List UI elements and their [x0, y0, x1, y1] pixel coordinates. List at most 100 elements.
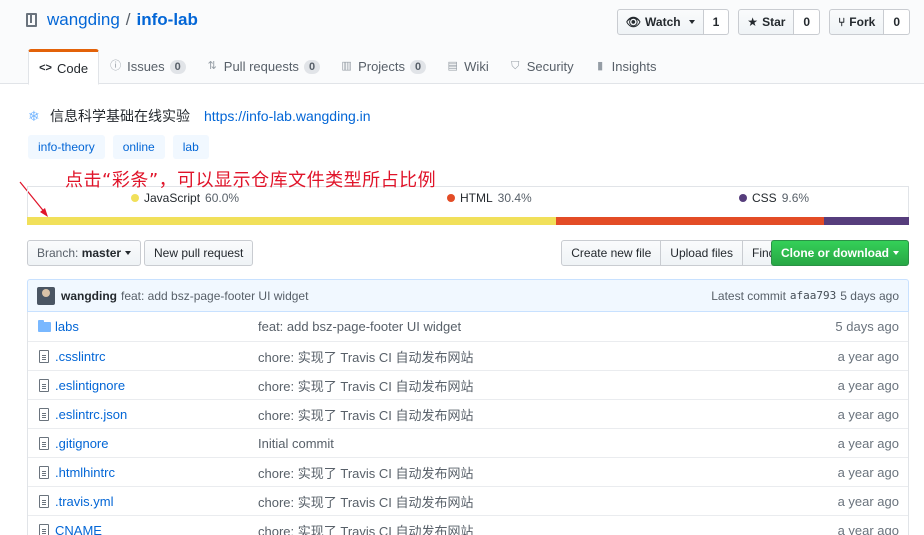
file-commit-message[interactable]: feat: add bsz-page-footer UI widget: [258, 319, 798, 334]
file-icon-shape: [39, 407, 49, 421]
table-row: .eslintrc.json chore: 实现了 Travis CI 自动发布网…: [28, 399, 908, 428]
language-bar-segment[interactable]: [27, 217, 557, 225]
file-commit-message[interactable]: chore: 实现了 Travis CI 自动发布网站: [258, 347, 798, 366]
file-icon: [37, 494, 51, 508]
file-name-link[interactable]: labs: [55, 319, 258, 334]
file-commit-message[interactable]: Initial commit: [258, 436, 798, 451]
watch-button[interactable]: 👁 Watch: [616, 9, 704, 35]
commit-author[interactable]: wangding: [61, 289, 117, 303]
book-icon: ▤: [447, 60, 458, 72]
language-bar-segment[interactable]: [824, 217, 909, 225]
star-icon: ★: [747, 15, 759, 29]
file-icon-shape: [39, 349, 49, 363]
file-age: a year ago: [837, 464, 899, 480]
watch-count[interactable]: 1: [703, 9, 730, 35]
repo-owner-link[interactable]: wangding: [47, 10, 120, 30]
file-icon: [37, 465, 51, 479]
lang-percent: 60.0%: [205, 191, 240, 205]
star-button[interactable]: ★ Star: [738, 9, 795, 35]
star-count[interactable]: 0: [794, 9, 821, 35]
file-age: a year ago: [837, 348, 899, 364]
code-icon: <>: [39, 61, 52, 74]
tab-issues[interactable]: ⓘ Issues 0: [99, 49, 196, 84]
fork-count[interactable]: 0: [884, 9, 910, 35]
branch-select-button[interactable]: Branch: master: [27, 240, 142, 266]
file-name-link[interactable]: .gitignore: [55, 436, 258, 451]
commit-message[interactable]: feat: add bsz-page-footer UI widget: [121, 289, 308, 303]
file-name-link[interactable]: .travis.yml: [55, 494, 258, 509]
file-commit-message[interactable]: chore: 实现了 Travis CI 自动发布网站: [258, 492, 798, 511]
commit-sha[interactable]: afaa793: [790, 289, 836, 303]
file-commit-message[interactable]: chore: 实现了 Travis CI 自动发布网站: [258, 376, 798, 395]
latest-commit-label: Latest commit: [711, 288, 786, 303]
file-name-link[interactable]: .eslintrc.json: [55, 407, 258, 422]
pull-request-icon: ⇅: [207, 60, 217, 72]
clone-or-download-button[interactable]: Clone or download: [771, 240, 909, 266]
language-color-bar[interactable]: [27, 217, 909, 225]
lang-name: HTML: [460, 191, 493, 205]
table-row: .gitignore Initial commit a year ago: [28, 428, 908, 457]
file-icon: [37, 349, 51, 363]
file-commit-message[interactable]: chore: 实现了 Travis CI 自动发布网站: [258, 463, 798, 482]
homepage-link[interactable]: https://info-lab.wangding.in: [204, 108, 371, 124]
projects-count-badge: 0: [410, 59, 427, 74]
tab-label: Code: [57, 60, 89, 76]
upload-files-button[interactable]: Upload files: [660, 240, 743, 266]
chevron-down-icon: [893, 251, 899, 255]
topic-tag[interactable]: lab: [172, 135, 209, 159]
fork-button[interactable]: ⑂ Fork: [829, 9, 885, 35]
repo-icon: [26, 13, 37, 27]
lang-name: CSS: [752, 191, 777, 205]
file-icon: [37, 378, 51, 392]
table-row: .travis.yml chore: 实现了 Travis CI 自动发布网站 a …: [28, 486, 908, 515]
tab-security[interactable]: ⛉ Security: [499, 49, 584, 84]
table-row: CNAME chore: 实现了 Travis CI 自动发布网站 a year a…: [28, 515, 908, 535]
file-name-link[interactable]: .eslintignore: [55, 378, 258, 393]
table-row: .htmlhintrc chore: 实现了 Travis CI 自动发布网站 a …: [28, 457, 908, 486]
project-icon: ▥: [341, 60, 352, 72]
file-navigation: Branch: master New pull request Create n…: [27, 240, 909, 266]
create-new-file-button[interactable]: Create new file: [561, 240, 662, 266]
lang-percent: 30.4%: [497, 191, 532, 205]
clone-label: Clone or download: [781, 246, 889, 260]
tab-wiki[interactable]: ▤ Wiki: [436, 49, 499, 84]
file-commit-message[interactable]: chore: 实现了 Travis CI 自动发布网站: [258, 521, 798, 535]
repo-title: wangding / info-lab: [26, 10, 198, 30]
branch-label: Branch:: [37, 246, 79, 260]
avatar[interactable]: [37, 286, 55, 305]
fork-icon: ⑂: [838, 15, 846, 29]
file-commit-message[interactable]: chore: 实现了 Travis CI 自动发布网站: [258, 405, 798, 424]
new-pull-request-button[interactable]: New pull request: [144, 240, 254, 266]
tab-pull-requests[interactable]: ⇅ Pull requests 0: [196, 49, 330, 84]
fork-label: Fork: [849, 15, 876, 29]
file-age: a year ago: [837, 493, 899, 509]
topic-tag[interactable]: info-theory: [28, 135, 105, 159]
tab-projects[interactable]: ▥ Projects 0: [330, 49, 436, 84]
file-icon-shape: [39, 378, 49, 392]
issues-count-badge: 0: [169, 59, 186, 74]
graph-icon: ▮: [597, 60, 604, 72]
file-icon-shape: [39, 494, 49, 508]
pull-requests-count-badge: 0: [303, 59, 321, 74]
tab-code[interactable]: <> Code: [28, 49, 100, 85]
file-icon: [37, 407, 51, 421]
commit-age: 5 days ago: [840, 288, 899, 303]
fork-action: ⑂ Fork 0: [829, 9, 910, 35]
language-javascript: JavaScript 60.0%: [131, 191, 239, 205]
shield-icon: ⛉: [511, 60, 520, 72]
file-name-link[interactable]: .htmlhintrc: [55, 465, 258, 480]
repo-tabs: <> Code ⓘ Issues 0 ⇅ Pull requests 0 ▥ P…: [28, 49, 667, 85]
chevron-down-icon: [688, 20, 695, 24]
annotation-note: 点击“彩条”，可以显示仓库文件类型所占比例: [65, 170, 437, 191]
chevron-down-icon: [125, 251, 132, 255]
lang-color-dot: [739, 194, 747, 202]
topic-tag[interactable]: online: [112, 135, 165, 159]
file-name-link[interactable]: .csslintrc: [55, 349, 258, 364]
file-icon: [37, 523, 51, 535]
tab-insights[interactable]: ▮ Insights: [584, 49, 667, 84]
star-action: ★ Star 0: [738, 9, 821, 35]
file-name-link[interactable]: CNAME: [55, 523, 258, 535]
table-row: .csslintrc chore: 实现了 Travis CI 自动发布网站 a y…: [28, 341, 908, 370]
repo-name-link[interactable]: info-lab: [137, 10, 198, 30]
language-bar-segment[interactable]: [556, 217, 825, 225]
